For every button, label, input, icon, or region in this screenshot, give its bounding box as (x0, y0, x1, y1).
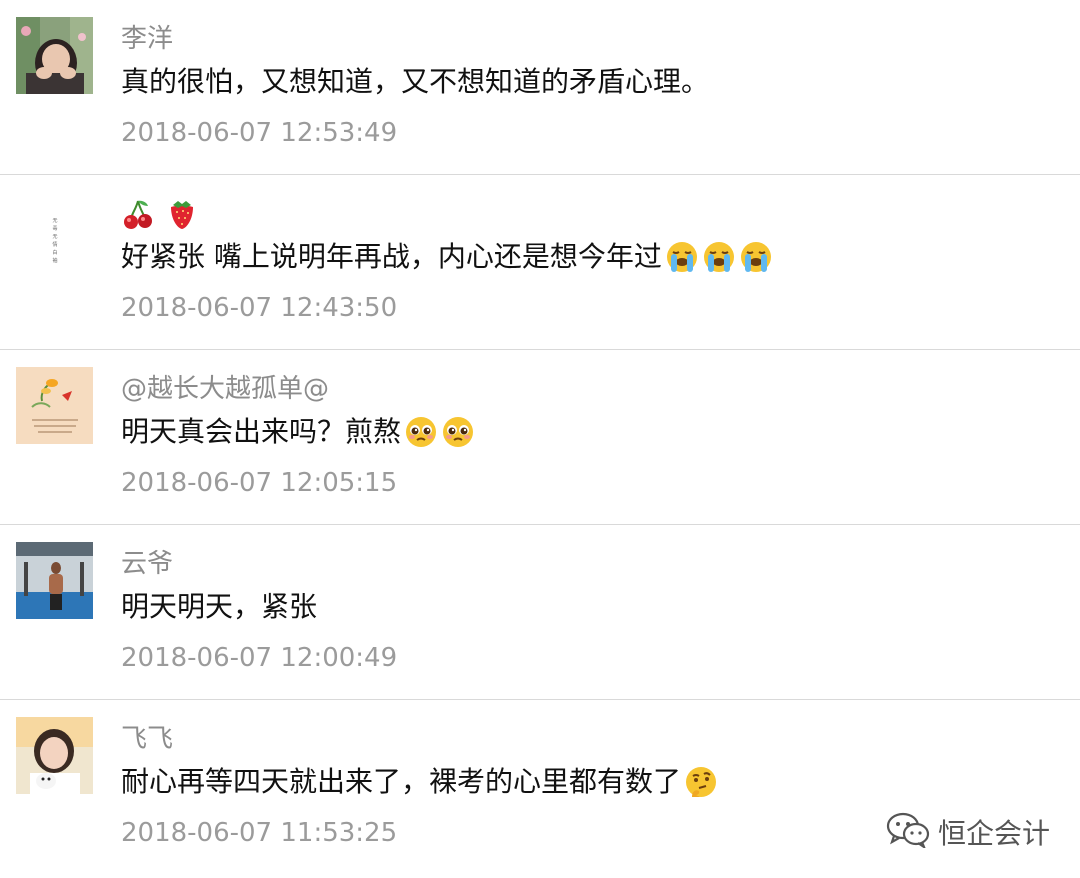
timestamp: 2018-06-07 12:43:50 (121, 293, 398, 323)
loudly-crying-face-emoji (702, 240, 736, 274)
timestamp: 2018-06-07 12:00:49 (121, 643, 398, 673)
avatar[interactable] (16, 542, 93, 619)
pleading-face-emoji (441, 415, 475, 449)
comment-text: 明天真会出来吗？煎熬 (121, 412, 475, 452)
avatar-char: 毒 (52, 225, 57, 232)
comment-text: 耐心再等四天就出来了，裸考的心里都有数了 (121, 762, 718, 802)
avatar[interactable] (16, 367, 93, 444)
nickname[interactable]: 云爷 (121, 547, 173, 581)
comment-text-body: 真的很怕，又想知道，又不想知道的矛盾心理。 (121, 65, 710, 98)
timestamp: 2018-06-07 12:53:49 (121, 118, 398, 148)
avatar[interactable]: 无 毒 无 情 白 袖 (16, 192, 93, 269)
wechat-icon (886, 812, 930, 852)
avatar[interactable] (16, 17, 93, 94)
comment-text: 真的很怕，又想知道，又不想知道的矛盾心理。 (121, 62, 709, 102)
comment-text-body: 明天明天，紧张 (121, 590, 318, 623)
comment-list: 李洋 真的很怕，又想知道，又不想知道的矛盾心理。 2018-06-07 12:5… (0, 0, 1080, 878)
avatar-char: 袖 (52, 257, 57, 264)
nickname[interactable]: 李洋 (121, 22, 173, 56)
avatar-char: 情 (52, 241, 57, 248)
watermark: 恒企会计 (886, 812, 1050, 852)
comment-text: 明天明天，紧张 (121, 587, 317, 627)
nickname[interactable]: 飞飞 (121, 722, 173, 756)
loudly-crying-face-emoji (665, 240, 699, 274)
comment-text-body: 明天真会出来吗？煎熬 (121, 415, 402, 448)
strawberry-emoji (165, 197, 199, 231)
comment-text: 好紧张 嘴上说明年再战，内心还是想今年过 (121, 237, 773, 277)
avatar[interactable] (16, 717, 93, 794)
comment-text-body: 好紧张 嘴上说明年再战，内心还是想今年过 (121, 240, 662, 273)
comment-item: 李洋 真的很怕，又想知道，又不想知道的矛盾心理。 2018-06-07 12:5… (0, 0, 1080, 175)
comment-text-body: 耐心再等四天就出来了，裸考的心里都有数了 (121, 765, 682, 798)
timestamp: 2018-06-07 11:53:25 (121, 818, 398, 848)
comment-item: 无 毒 无 情 白 袖 好紧张 嘴上说明年再战，内心还是想今年过 2018-06… (0, 175, 1080, 350)
cherries-emoji (121, 197, 155, 231)
avatar-char: 无 (52, 234, 57, 240)
comment-item: 云爷 明天明天，紧张 2018-06-07 12:00:49 (0, 525, 1080, 700)
nickname[interactable] (121, 197, 199, 231)
watermark-text: 恒企会计 (938, 817, 1051, 850)
loudly-crying-face-emoji (739, 240, 773, 274)
timestamp: 2018-06-07 12:05:15 (121, 468, 398, 498)
pleading-face-emoji (404, 415, 438, 449)
comment-item: @越长大越孤单@ 明天真会出来吗？煎熬 2018-06-07 12:05:15 (0, 350, 1080, 525)
nickname[interactable]: @越长大越孤单@ (121, 372, 329, 406)
avatar-char: 无 (52, 218, 57, 224)
avatar-char: 白 (52, 249, 57, 256)
thinking-face-emoji (684, 765, 718, 799)
